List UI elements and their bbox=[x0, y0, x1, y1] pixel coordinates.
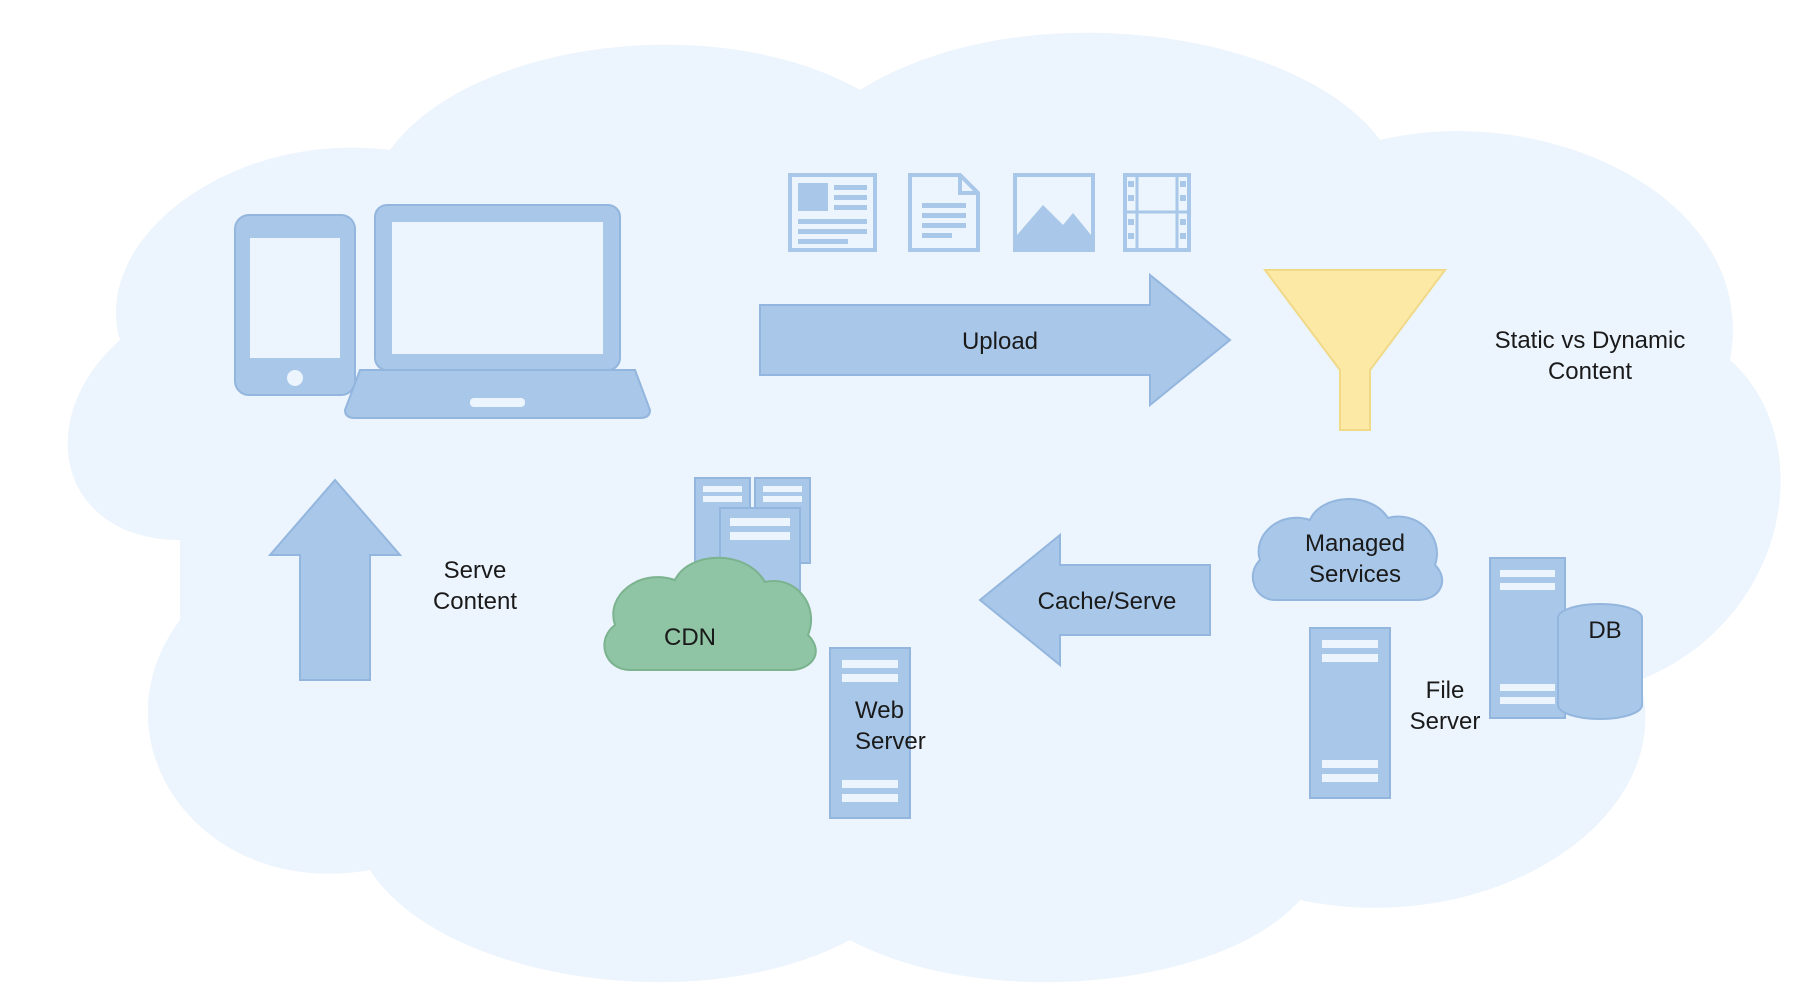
serve-content-l1: Serve bbox=[444, 557, 507, 584]
serve-content-arrow bbox=[0, 0, 1818, 992]
serve-content-label: Serve Content bbox=[415, 555, 535, 617]
serve-content-l2: Content bbox=[433, 588, 517, 615]
